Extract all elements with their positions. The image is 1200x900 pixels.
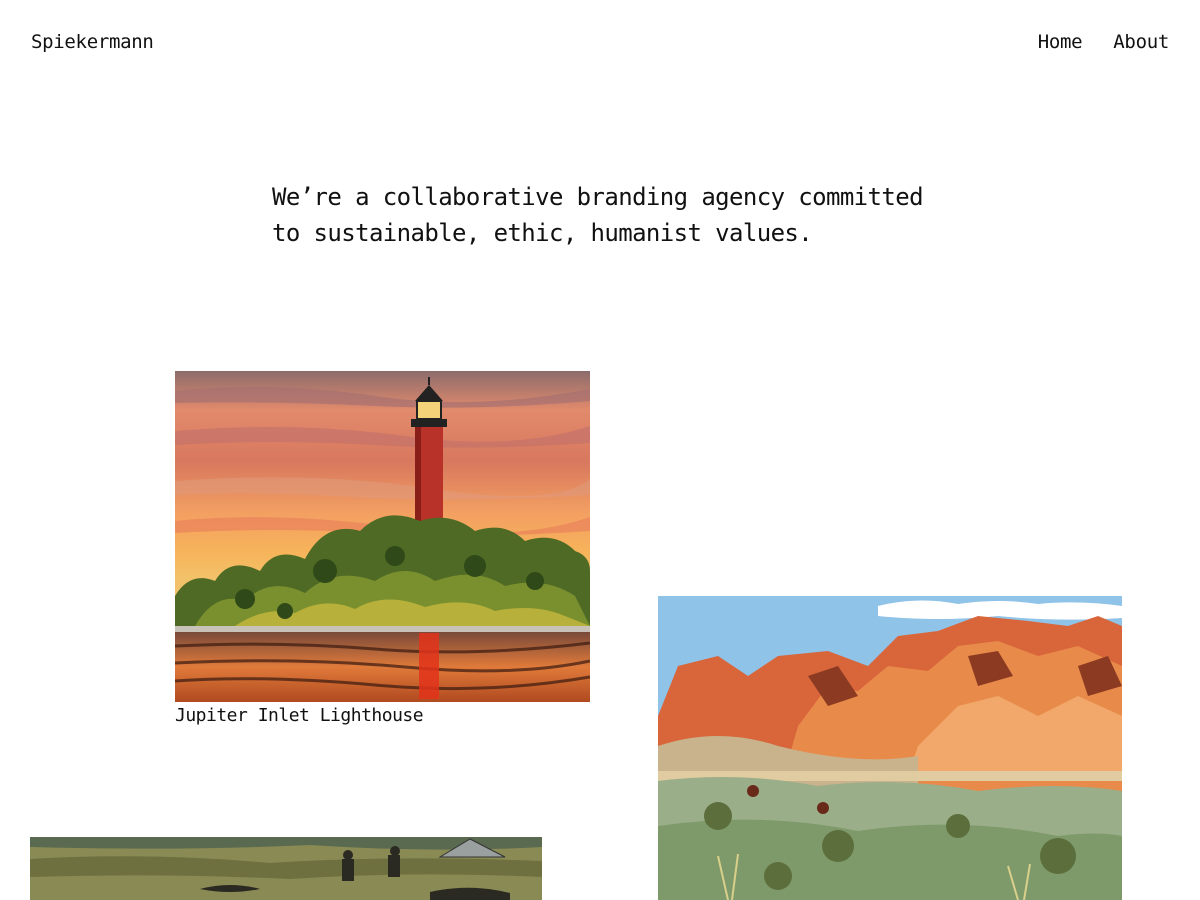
intro-line-1: We’re a collaborative branding agency co… [272,183,924,211]
gallery-card-lighthouse[interactable]: Jupiter Inlet Lighthouse [175,371,590,726]
nav-link-home[interactable]: Home [1038,31,1083,53]
intro-statement: We’re a collaborative branding agency co… [272,179,932,251]
intro-line-2: to sustainable, ethic, humanist values. [272,219,813,247]
lighthouse-illustration [175,371,590,702]
red-rock-canyon-illustration [658,596,1122,900]
nav-link-about[interactable]: About [1113,31,1169,53]
gallery-card-campsite[interactable] [30,837,542,900]
page: Spiekermann Home About We’re a collabora… [0,0,1200,900]
campsite-illustration [30,837,542,900]
gallery-card-canyon[interactable] [658,596,1122,900]
brand-logo-link[interactable]: Spiekermann [31,31,154,53]
gallery-caption: Jupiter Inlet Lighthouse [175,705,424,726]
main-nav: Home About [1038,31,1170,53]
